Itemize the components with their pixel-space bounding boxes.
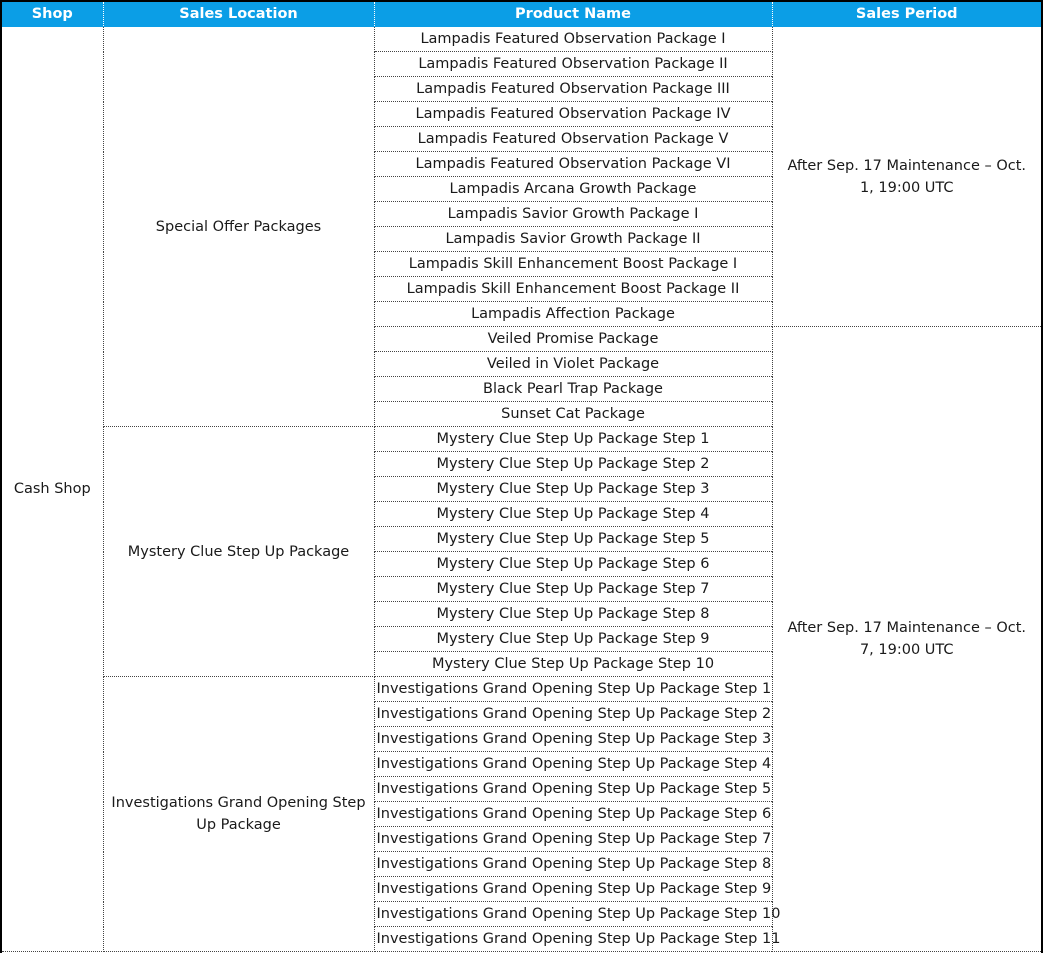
product-cell: Lampadis Arcana Growth Package [373,176,773,202]
product-cell: Mystery Clue Step Up Package Step 2 [373,451,773,477]
product-cell: Mystery Clue Step Up Package Step 1 [373,426,773,452]
product-cell: Lampadis Featured Observation Package IV [373,101,773,127]
product-cell: Lampadis Affection Package [373,301,773,327]
header-sales-period: Sales Period [772,2,1041,27]
period-cell: After Sep. 17 Maintenance – Oct. 7, 19:0… [771,326,1041,952]
product-cell: Investigations Grand Opening Step Up Pac… [373,726,773,752]
product-cell: Mystery Clue Step Up Package Step 8 [373,601,773,627]
product-cell: Investigations Grand Opening Step Up Pac… [373,901,780,927]
product-cell: Veiled Promise Package [373,326,773,352]
product-cell: Mystery Clue Step Up Package Step 9 [373,626,773,652]
product-cell: Investigations Grand Opening Step Up Pac… [373,826,773,852]
header-sales-location: Sales Location [103,2,375,27]
product-cell: Investigations Grand Opening Step Up Pac… [373,876,773,902]
product-cell: Investigations Grand Opening Step Up Pac… [373,926,780,952]
product-cell: Investigations Grand Opening Step Up Pac… [373,676,773,702]
location-cell: Mystery Clue Step Up Package [102,426,375,677]
product-cell: Lampadis Featured Observation Package I [373,26,773,52]
product-cell: Investigations Grand Opening Step Up Pac… [373,751,773,777]
product-cell: Lampadis Featured Observation Package VI [373,151,773,177]
period-cell: After Sep. 17 Maintenance – Oct. 1, 19:0… [771,26,1041,327]
location-cell: Special Offer Packages [102,26,375,427]
sales-table-container: Shop Sales Location Product Name Sales P… [0,0,1043,953]
product-cell: Investigations Grand Opening Step Up Pac… [373,701,773,727]
product-cell: Lampadis Savior Growth Package II [373,226,773,252]
product-cell: Mystery Clue Step Up Package Step 6 [373,551,773,577]
product-cell: Sunset Cat Package [373,401,773,427]
product-cell: Lampadis Featured Observation Package II… [373,76,773,102]
sales-table: Shop Sales Location Product Name Sales P… [2,2,1041,952]
product-cell: Lampadis Savior Growth Package I [373,201,773,227]
header-shop: Shop [2,2,104,27]
product-cell: Investigations Grand Opening Step Up Pac… [373,851,773,877]
product-cell: Mystery Clue Step Up Package Step 7 [373,576,773,602]
location-cell: Investigations Grand Opening Step Up Pac… [102,676,375,952]
shop-cell: Cash Shop [2,26,104,952]
product-cell: Black Pearl Trap Package [373,376,773,402]
product-cell: Lampadis Featured Observation Package II [373,51,773,77]
product-cell: Mystery Clue Step Up Package Step 3 [373,476,773,502]
product-cell: Mystery Clue Step Up Package Step 10 [373,651,773,677]
product-cell: Veiled in Violet Package [373,351,773,377]
product-cell: Lampadis Skill Enhancement Boost Package… [373,276,773,302]
header-row: Shop Sales Location Product Name Sales P… [2,2,1041,27]
product-cell: Lampadis Skill Enhancement Boost Package… [373,251,773,277]
product-cell: Lampadis Featured Observation Package V [373,126,773,152]
product-cell: Investigations Grand Opening Step Up Pac… [373,776,773,802]
header-product-name: Product Name [374,2,773,27]
product-cell: Investigations Grand Opening Step Up Pac… [373,801,773,827]
table-row: Cash Shop Special Offer Packages Lampadi… [2,26,1041,952]
product-cell: Mystery Clue Step Up Package Step 4 [373,501,773,527]
product-cell: Mystery Clue Step Up Package Step 5 [373,526,773,552]
